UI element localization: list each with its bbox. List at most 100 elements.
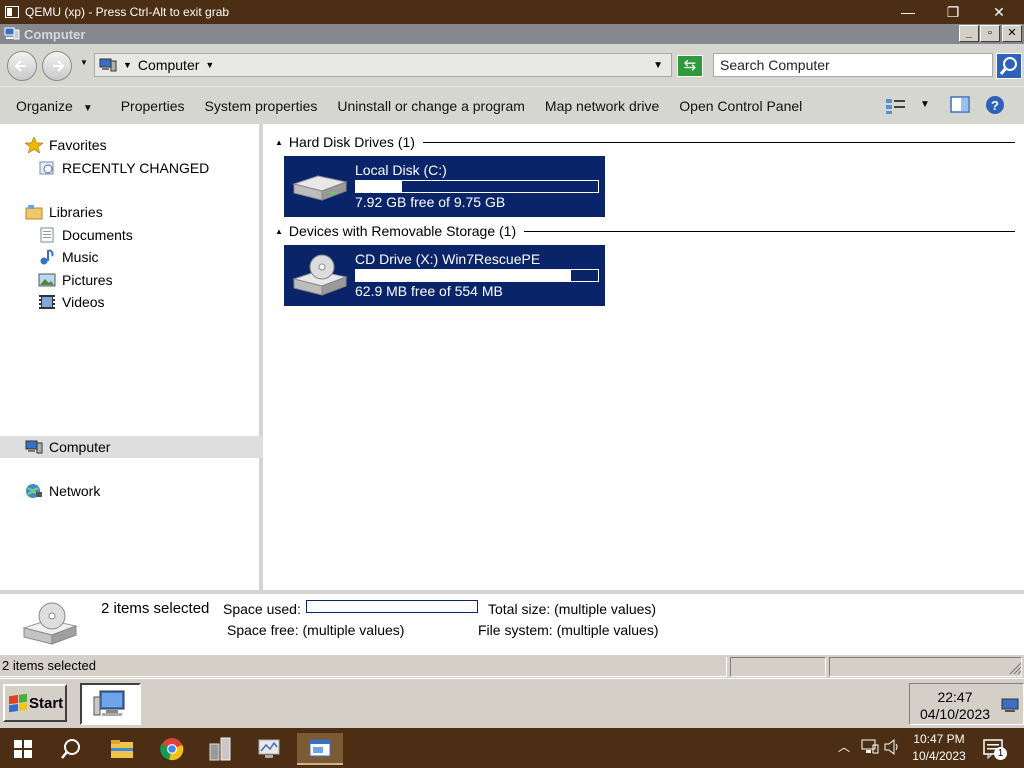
details-pane: 2 items selected Space used: Space free:… (0, 590, 1024, 654)
host-clock[interactable]: 10:47 PM 10/4/2023 (905, 731, 973, 765)
nav-pictures[interactable]: Pictures (38, 272, 113, 288)
resize-grip-icon[interactable] (1008, 661, 1022, 675)
drive-free-space: 62.9 MB free of 554 MB (355, 283, 503, 299)
group-divider (422, 141, 1015, 143)
chrome-icon[interactable] (153, 733, 191, 765)
group-header-hard-disk[interactable]: ▲ Hard Disk Drives (1) (275, 134, 1015, 150)
group-title: Devices with Removable Storage (1) (288, 223, 517, 239)
close-button[interactable]: ✕ (1002, 25, 1022, 42)
recent-pages-chevron-icon[interactable]: ▼ (80, 58, 88, 67)
forward-arrow-icon (53, 60, 65, 72)
taskbar-computer-button[interactable] (80, 683, 141, 725)
file-explorer-icon[interactable] (103, 733, 141, 765)
drive-tile-local-disk[interactable]: Local Disk (C:) 7.92 GB free of 9.75 GB (284, 156, 605, 217)
cd-drive-icon (288, 253, 350, 299)
guest-clock-time: 22:47 (937, 689, 973, 705)
cd-drive-icon (20, 600, 82, 651)
nav-network[interactable]: Network (25, 483, 100, 499)
window-title: Computer (24, 26, 86, 42)
start-button[interactable]: Start (3, 684, 67, 722)
organize-menu[interactable]: Organize ▼ (0, 98, 103, 114)
window-titlebar: Computer _ ▫ ✕ (0, 24, 1024, 44)
restore-button[interactable]: ▫ (980, 25, 1000, 42)
drive-name: Local Disk (C:) (355, 162, 447, 178)
file-system-label: File system: (478, 622, 553, 638)
space-free-row: Space free: (multiple values) (227, 622, 404, 638)
monitor-app-icon[interactable] (250, 733, 288, 765)
nav-documents[interactable]: Documents (38, 227, 133, 243)
drive-tile-cd-drive[interactable]: CD Drive (X:) Win7RescuePE 62.9 MB free … (284, 245, 605, 306)
address-field[interactable]: ▼ Computer ▼ ▼ (94, 53, 672, 77)
nav-favorites[interactable]: Favorites (23, 136, 107, 154)
breadcrumb-separator-icon[interactable]: ▼ (123, 60, 132, 70)
nav-recently-changed-label: RECENTLY CHANGED (62, 160, 210, 176)
total-size-label: Total size: (488, 601, 551, 617)
nav-favorites-label: Favorites (49, 137, 107, 153)
group-title: Hard Disk Drives (1) (288, 134, 415, 150)
computer-icon (93, 690, 125, 716)
drive-usage-bar (355, 269, 599, 282)
back-button[interactable] (7, 51, 37, 81)
system-properties-button[interactable]: System properties (195, 98, 328, 114)
minimize-button[interactable]: _ (959, 25, 979, 42)
search-icon (999, 57, 1017, 75)
status-bar: 2 items selected (0, 654, 1024, 678)
network-tray-icon[interactable] (1001, 697, 1021, 713)
qemu-titlebar: QEMU (xp) - Press Ctrl-Alt to exit grab … (0, 0, 1024, 24)
computer-icon (25, 439, 43, 455)
file-system-row: File system: (multiple values) (478, 622, 659, 638)
guest-taskbar: Start 22:47 04/10/2023 (0, 678, 1024, 728)
breadcrumb-dropdown-icon[interactable]: ▼ (205, 60, 214, 70)
properties-button[interactable]: Properties (111, 98, 195, 114)
help-icon[interactable]: ? (985, 95, 1005, 118)
status-segment (829, 657, 1022, 677)
hard-drive-icon (288, 164, 350, 210)
search-input[interactable]: Search Computer (713, 53, 993, 77)
preview-pane-icon[interactable] (950, 96, 970, 117)
total-size-row: Total size: (multiple values) (488, 601, 656, 617)
search-icon[interactable] (52, 733, 90, 765)
notification-icon[interactable]: 1 (983, 738, 1009, 763)
qemu-minimize-button[interactable]: — (885, 0, 931, 24)
drive-usage-bar (355, 180, 599, 193)
qemu-restore-button[interactable]: ❐ (930, 0, 976, 24)
drive-usage-fill (356, 270, 572, 281)
drive-name: CD Drive (X:) Win7RescuePE (355, 251, 541, 267)
space-free-label: Space free: (227, 622, 299, 638)
nav-libraries-label: Libraries (49, 204, 103, 220)
volume-icon[interactable] (884, 738, 902, 758)
open-control-panel-button[interactable]: Open Control Panel (669, 98, 812, 114)
group-divider (524, 230, 1015, 232)
search-button[interactable] (996, 53, 1022, 79)
guest-clock-date: 04/10/2023 (919, 706, 991, 722)
map-network-drive-button[interactable]: Map network drive (535, 98, 669, 114)
breadcrumb-computer[interactable]: Computer (138, 57, 199, 73)
drive-free-space: 7.92 GB free of 9.75 GB (355, 194, 506, 210)
nav-music[interactable]: Music (38, 249, 99, 265)
address-history-dropdown-icon[interactable]: ▼ (653, 60, 663, 71)
system-tray: 22:47 04/10/2023 (909, 683, 1024, 725)
nav-libraries[interactable]: Libraries (25, 204, 103, 220)
nav-network-label: Network (49, 483, 101, 499)
nav-pictures-label: Pictures (62, 272, 113, 288)
qemu-close-button[interactable]: ✕ (976, 0, 1022, 24)
selection-count: 2 items selected (101, 600, 210, 617)
nav-videos[interactable]: Videos (38, 294, 105, 310)
qemu-app-icon[interactable] (201, 733, 239, 765)
group-header-removable[interactable]: ▲ Devices with Removable Storage (1) (275, 223, 1015, 239)
network-icon[interactable] (861, 739, 879, 758)
chevron-up-icon[interactable]: ︿ (838, 738, 850, 755)
refresh-button[interactable]: ⇆ (677, 55, 703, 77)
organize-label: Organize (16, 97, 73, 114)
collapse-triangle-icon: ▲ (275, 137, 283, 147)
nav-recently-changed[interactable]: RECENTLY CHANGED (38, 160, 209, 176)
view-options-chevron-icon[interactable]: ▼ (920, 99, 930, 110)
nav-computer[interactable]: Computer (25, 439, 110, 455)
star-icon (23, 136, 45, 154)
windows-start-icon[interactable] (4, 733, 42, 765)
uninstall-program-button[interactable]: Uninstall or change a program (327, 98, 535, 114)
explorer-window-icon[interactable] (297, 733, 343, 765)
change-view-icon[interactable] (885, 97, 907, 118)
total-size-value: (multiple values) (554, 601, 657, 617)
forward-button[interactable] (42, 51, 72, 81)
